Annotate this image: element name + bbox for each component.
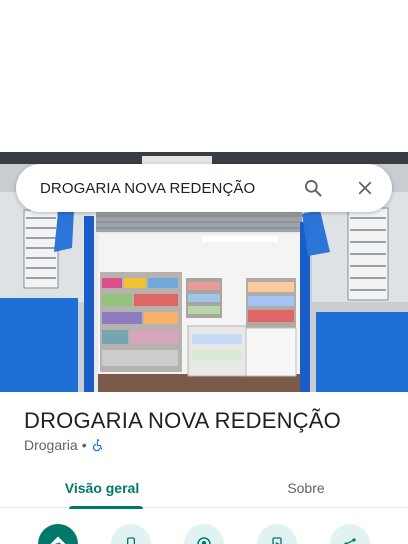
place-subtitle: Drogaria • <box>24 437 105 453</box>
place-page: DROGARIA NOVA REDENÇÃO DROGARIA NOVA RED… <box>0 0 408 544</box>
close-button[interactable] <box>345 168 385 208</box>
wheelchair-icon <box>92 439 102 452</box>
place-title: DROGARIA NOVA REDENÇÃO <box>24 408 341 433</box>
share-button[interactable] <box>330 524 370 544</box>
nearby-button[interactable] <box>184 524 224 544</box>
directions-button[interactable] <box>38 524 78 544</box>
share-icon <box>344 538 356 544</box>
send-to-phone-button[interactable] <box>257 524 297 544</box>
action-buttons <box>0 520 408 544</box>
tab-overview[interactable]: Visão geral <box>0 468 204 509</box>
tab-about-label: Sobre <box>287 480 325 496</box>
tab-bar: Visão geral Sobre <box>0 468 408 509</box>
send-to-phone-icon <box>272 537 282 544</box>
tab-about[interactable]: Sobre <box>204 468 408 508</box>
search-input[interactable]: DROGARIA NOVA REDENÇÃO <box>40 180 293 197</box>
close-icon <box>358 181 372 195</box>
search-button[interactable] <box>293 168 333 208</box>
nearby-icon <box>197 537 211 544</box>
phone-button[interactable] <box>111 524 151 544</box>
separator-dot: • <box>81 437 87 453</box>
tab-overview-label: Visão geral <box>64 480 140 496</box>
search-icon <box>305 180 322 197</box>
place-category: Drogaria <box>24 437 78 453</box>
directions-icon <box>50 536 66 544</box>
phone-icon <box>127 537 135 544</box>
search-bar[interactable]: DROGARIA NOVA REDENÇÃO <box>16 164 392 212</box>
